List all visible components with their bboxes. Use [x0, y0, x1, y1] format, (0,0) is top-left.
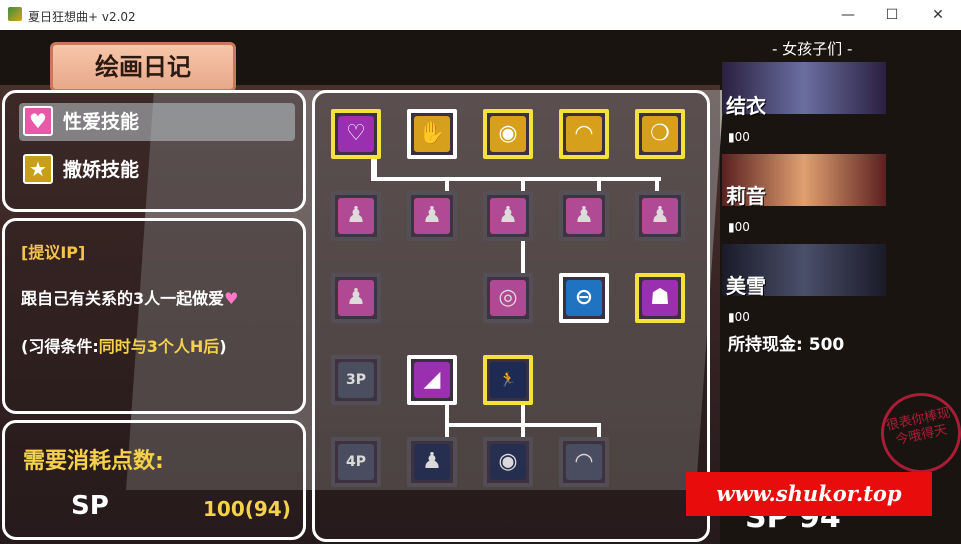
running-icon: 🏃 [490, 362, 526, 398]
lips-icon: ◉ [490, 116, 526, 152]
money-display: 所持现金: 500 [728, 330, 844, 355]
condition-prefix: (习得条件: [21, 337, 99, 356]
skill-node-pose-d[interactable]: ♟ [559, 191, 609, 241]
heart-icon: ♥ [224, 289, 239, 308]
praise-stamp: 很表你棒现今哦得天 [873, 385, 961, 481]
close-icon[interactable]: ✕ [915, 0, 961, 30]
ghost-icon: ☗ [642, 280, 678, 316]
category-label: 性爱技能 [63, 111, 140, 133]
pose-a-icon: ♟ [338, 198, 374, 234]
window-title: 夏日狂想曲+ v2.02 [28, 10, 136, 24]
acquire-condition: (习得条件:同时与3个人H后) [21, 333, 227, 357]
tree-connector-line [521, 177, 525, 191]
foursome-icon: 4P [338, 444, 374, 480]
category-sex-skills[interactable]: ♥ 性爱技能 [19, 103, 295, 141]
description-text: 跟自己有关系的3人一起做爱 [21, 289, 225, 308]
lips-dark-icon: ◉ [490, 444, 526, 480]
tree-connector-line [445, 177, 449, 191]
proposal-description: 跟自己有关系的3人一起做爱♥ [21, 285, 238, 309]
girl-stat-rion: ▮00 [728, 220, 750, 234]
chest-icon: ◠ [566, 116, 602, 152]
chest-dark-icon: ◠ [566, 444, 602, 480]
cost-panel: 需要消耗点数: SP 100(94) [2, 420, 306, 540]
skill-node-pose-a[interactable]: ♟ [331, 191, 381, 241]
star-icon: ★ [23, 154, 53, 184]
tree-connector-line [521, 405, 525, 437]
skill-tree-panel: 很表你棒现今哦得天 ♡ ✋ ◉ ◠ ❍ ♟ ♟ ♟ ♟ ♟ ♟ ◎ ⊖ ☗ 3P ◢ 🏃 4P ♟ ◉ ◠ [312, 90, 961, 542]
girl-stat-miyuki: ▮00 [728, 310, 750, 324]
skill-node-speech-bubble[interactable]: ❍ [635, 109, 685, 159]
money-value: 500 [808, 335, 845, 355]
skill-description-panel: [提议IP] 跟自己有关系的3人一起做爱♥ (习得条件:同时与3个人H后) [2, 218, 306, 414]
window-titlebar: 夏日狂想曲+ v2.02 — ☐ ✕ [0, 0, 961, 30]
condition-suffix: ) [219, 337, 227, 356]
maximize-icon[interactable]: ☐ [869, 0, 915, 30]
skill-node-running[interactable]: 🏃 [483, 355, 533, 405]
skill-node-pose-g[interactable]: ♟ [407, 437, 457, 487]
skill-node-hand[interactable]: ✋ [407, 109, 457, 159]
tree-connector-line [371, 177, 661, 181]
tree-connector-line [445, 423, 601, 427]
girl-name-yui: 结衣 [726, 94, 766, 118]
pose-c-icon: ♟ [490, 198, 526, 234]
skill-node-ghost[interactable]: ☗ [635, 273, 685, 323]
skill-node-lips-dark[interactable]: ◉ [483, 437, 533, 487]
cost-value: 100(94) [203, 497, 291, 521]
skill-node-toy[interactable]: ◢ [407, 355, 457, 405]
heart-icon: ♥ [23, 106, 53, 136]
page-title: 绘画日记 [50, 42, 236, 92]
pose-f-icon: ♟ [338, 280, 374, 316]
pose-b-icon: ♟ [414, 198, 450, 234]
watermark: www.shukor.top [686, 472, 932, 516]
girl-stat-yui: ▮00 [728, 130, 750, 144]
speech-bubble-icon: ❍ [642, 116, 678, 152]
skill-node-pose-c[interactable]: ♟ [483, 191, 533, 241]
kiss-pose-icon: ♡ [338, 116, 374, 152]
skill-node-threesome[interactable]: 3P [331, 355, 381, 405]
money-label: 所持现金: [728, 335, 803, 355]
toy-icon: ◢ [414, 362, 450, 398]
mouth-icon: ◎ [490, 280, 526, 316]
skill-node-kiss-pose[interactable]: ♡ [331, 109, 381, 159]
condition-highlight: 同时与3个人H后 [98, 337, 220, 356]
girl-name-rion: 莉音 [726, 184, 766, 208]
skill-node-pose-f[interactable]: ♟ [331, 273, 381, 323]
threesome-icon: 3P [338, 362, 374, 398]
game-viewport: 绘画日记 ♥ 性爱技能 ★ 撒娇技能 [提议IP] 跟自己有关系的3人一起做爱♥… [0, 30, 961, 544]
girls-title: - 女孩子们 - [772, 40, 853, 58]
skill-node-chest[interactable]: ◠ [559, 109, 609, 159]
skill-node-foursome[interactable]: 4P [331, 437, 381, 487]
pose-e-icon: ♟ [642, 198, 678, 234]
skill-node-mouth[interactable]: ◎ [483, 273, 533, 323]
cost-title: 需要消耗点数: [23, 449, 164, 474]
tree-connector-line [445, 405, 449, 437]
tree-connector-line [655, 177, 659, 191]
cost-currency: SP [71, 491, 109, 521]
category-panel: ♥ 性爱技能 ★ 撒娇技能 [2, 90, 306, 212]
girl-name-miyuki: 美雪 [726, 274, 766, 298]
tree-connector-line [597, 177, 601, 191]
skill-node-no-entry[interactable]: ⊖ [559, 273, 609, 323]
pose-g-icon: ♟ [414, 444, 450, 480]
skill-node-pose-e[interactable]: ♟ [635, 191, 685, 241]
proposal-title: [提议IP] [21, 243, 86, 262]
tree-connector-line [521, 241, 525, 273]
pose-d-icon: ♟ [566, 198, 602, 234]
category-coax-skills[interactable]: ★ 撒娇技能 [19, 151, 295, 189]
skill-node-lips[interactable]: ◉ [483, 109, 533, 159]
hand-icon: ✋ [414, 116, 450, 152]
app-icon [8, 7, 22, 21]
tree-connector-line [597, 423, 601, 437]
skill-node-chest-dark[interactable]: ◠ [559, 437, 609, 487]
no-entry-icon: ⊖ [566, 280, 602, 316]
minimize-icon[interactable]: — [825, 0, 871, 30]
skill-node-pose-b[interactable]: ♟ [407, 191, 457, 241]
category-label: 撒娇技能 [63, 159, 140, 181]
